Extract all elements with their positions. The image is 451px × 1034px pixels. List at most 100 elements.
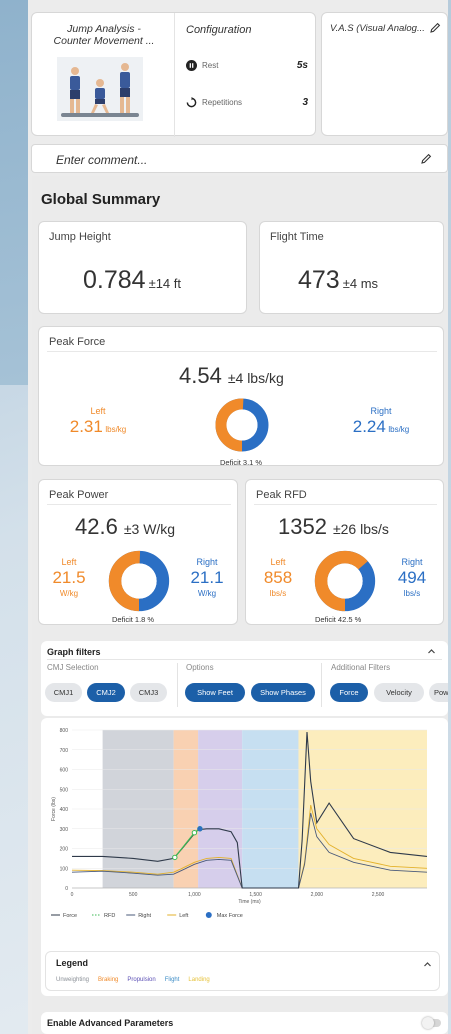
force-filter-chip[interactable]: Force — [330, 683, 368, 702]
legend-label: RFD — [104, 913, 115, 919]
x-tick-label: 1,500 — [249, 892, 262, 898]
peak-force-right-unit: lbs/kg — [388, 425, 410, 434]
advanced-parameters-row: Enable Advanced Parameters — [41, 1012, 448, 1034]
donut-hole — [121, 563, 157, 599]
peak-power-left-value: 21.5 — [52, 568, 86, 587]
x-tick-label: 2,500 — [372, 892, 385, 898]
phase-legend-item: Braking — [98, 977, 119, 983]
power-filter-chip[interactable]: Pow — [429, 683, 448, 702]
phase-legend-item: Flight — [164, 977, 180, 983]
vas-title: V.A.S (Visual Analog... — [330, 23, 425, 34]
edit-vas-icon[interactable] — [429, 22, 441, 34]
options-label: Options — [186, 663, 214, 672]
pause-icon — [186, 59, 197, 71]
phase-legend-items: Unweighting Braking Propulsion Flight Landin… — [56, 977, 219, 983]
peak-power-left-label: Left — [61, 557, 77, 567]
chevron-up-icon[interactable] — [423, 960, 432, 969]
y-tick-label: 500 — [60, 787, 69, 793]
show-phases-button[interactable]: Show Phases — [251, 683, 315, 702]
peak-power-right-unit: W/kg — [197, 589, 217, 598]
advanced-parameters-label: Enable Advanced Parameters — [47, 1018, 174, 1028]
x-tick-label: 1,000 — [188, 892, 201, 898]
peak-rfd-left-label: Left — [270, 557, 286, 567]
peak-force-value-group: 4.54 ±4 lbs/kg — [179, 363, 284, 389]
peak-power-deficit: Deficit 1.8 % — [112, 615, 155, 624]
velocity-filter-chip[interactable]: Velocity — [374, 683, 424, 702]
cmj2-chip[interactable]: CMJ2 — [87, 683, 125, 702]
y-tick-label: 300 — [60, 827, 69, 833]
repetitions-value: 3 — [302, 96, 308, 108]
legend-label: Force — [63, 913, 77, 919]
peak-rfd-left-value: 858 — [263, 568, 293, 587]
rfd-point — [191, 830, 198, 836]
vas-card[interactable]: V.A.S (Visual Analog... — [321, 12, 448, 136]
global-summary-section: Global Summary Jump Height 0.784 ±14 ft F… — [32, 176, 448, 1034]
show-feet-button[interactable]: Show Feet — [185, 683, 245, 702]
peak-rfd-donut — [314, 550, 376, 612]
x-axis-title: Time (ms) — [238, 899, 261, 905]
edit-comment-icon[interactable] — [420, 153, 432, 165]
graph-filters-title: Graph filters — [47, 647, 101, 657]
phase-legend-item: Landing — [188, 977, 210, 983]
peak-rfd-deviation: ±26 lbs/s — [332, 521, 389, 537]
peak-force-right-value: 2.24 — [352, 417, 386, 436]
rest-label: Rest — [202, 60, 219, 70]
peak-rfd-value-group: 1352 ±26 lbs/s — [278, 514, 389, 540]
legend-label: Max Force — [217, 913, 243, 919]
flight-time-label: Flight Time — [270, 231, 324, 243]
force-time-chart[interactable]: 0 100 200 300 400 500 600 700 800 0 500 1,000 1,500 2… — [41, 718, 448, 948]
phase-legend-panel: Legend Unweighting Braking Propulsion Fligh… — [45, 951, 440, 991]
series-legend: Force RFD Right Left Max Force — [51, 912, 243, 919]
peak-force-label: Peak Force — [49, 336, 106, 348]
phase-legend-item: Unweighting — [56, 977, 90, 983]
legend-title: Legend — [56, 958, 89, 968]
flight-time-card: Flight Time 473 ±4 ms — [259, 221, 444, 314]
jump-height-label: Jump Height — [49, 231, 111, 243]
repeat-icon — [186, 96, 197, 107]
y-tick-label: 800 — [60, 728, 69, 734]
peak-power-value: 42.6 — [75, 514, 118, 539]
legend-label: Right — [138, 913, 151, 919]
global-summary-title: Global Summary — [41, 191, 161, 208]
peak-power-donut — [108, 550, 170, 612]
peak-force-right: Right 2.24 lbs/kg — [341, 405, 421, 437]
configuration-title: Configuration — [186, 24, 252, 36]
advanced-parameters-toggle[interactable] — [422, 1017, 441, 1029]
flight-time-value-group: 473 ±4 ms — [298, 266, 378, 295]
peak-force-card: Peak Force 4.54 ±4 lbs/kg Left 2.31 lbs/k… — [38, 326, 444, 467]
peak-power-right-label: Right — [196, 557, 218, 567]
peak-force-left-label: Left — [90, 406, 106, 416]
graph-filters-panel: Graph filters CMJ Selection Options Addi… — [41, 641, 448, 716]
flight-time-value: 473 — [298, 266, 340, 294]
peak-force-left: Left 2.31 lbs/kg — [63, 405, 133, 437]
donut-hole — [226, 409, 258, 441]
cmj3-chip[interactable]: CMJ3 — [130, 683, 167, 702]
peak-rfd-card: Peak RFD 1352 ±26 lbs/s Left 858 lbs/s Ri… — [245, 479, 444, 625]
peak-force-donut — [215, 398, 269, 452]
peak-rfd-deficit: Deficit 42.5 % — [315, 615, 362, 624]
comment-field[interactable]: Enter comment... — [31, 144, 448, 173]
additional-filters-label: Additional Filters — [331, 663, 391, 672]
peak-rfd-label: Peak RFD — [256, 489, 307, 501]
peak-force-left-unit: lbs/kg — [105, 425, 127, 434]
peak-rfd-right-value: 494 — [397, 568, 427, 587]
jump-height-value: 0.784 — [83, 266, 146, 294]
peak-rfd-right-unit: lbs/s — [403, 589, 421, 598]
exercise-config-card: Jump Analysis - Counter Movement ... Con… — [31, 12, 316, 137]
phase-legend-item: Propulsion — [127, 977, 156, 983]
peak-force-deficit: Deficit 3.1 % — [220, 458, 263, 467]
rest-row: Rest 5s — [186, 58, 308, 72]
peak-rfd-right: Right 494 lbs/s — [390, 556, 434, 600]
chevron-up-icon[interactable] — [427, 647, 436, 656]
legend-swatch — [205, 912, 212, 918]
peak-force-value: 4.54 — [179, 363, 222, 388]
cmj1-chip[interactable]: CMJ1 — [45, 683, 82, 702]
peak-power-left: Left 21.5 W/kg — [47, 556, 91, 600]
peak-force-deviation: ±4 lbs/kg — [227, 370, 284, 386]
repetitions-label: Repetitions — [202, 97, 243, 107]
exercise-title[interactable]: Jump Analysis - Counter Movement ... — [40, 23, 168, 47]
peak-power-right-value: 21.1 — [190, 568, 224, 587]
peak-power-right: Right 21.1 W/kg — [185, 556, 229, 600]
donut-hole — [327, 563, 363, 599]
peak-power-label: Peak Power — [49, 489, 109, 501]
